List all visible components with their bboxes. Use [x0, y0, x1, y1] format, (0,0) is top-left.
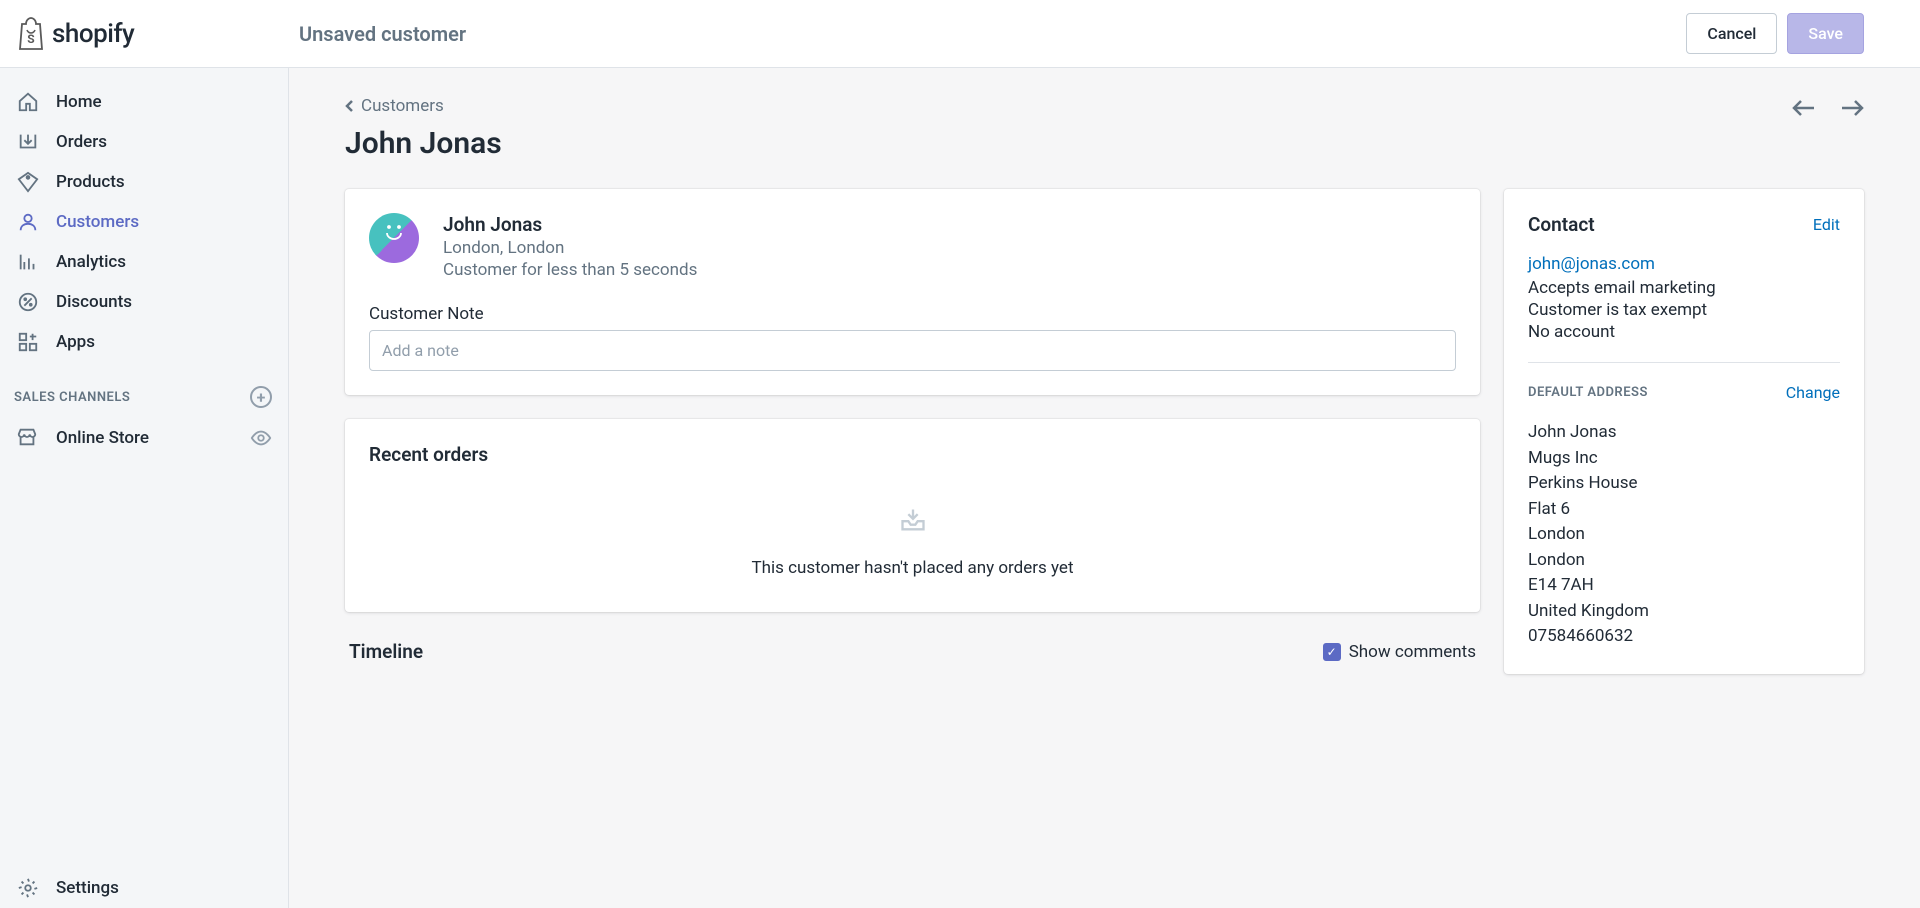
breadcrumb-label: Customers — [361, 96, 444, 116]
sidebar-item-label: Products — [56, 172, 125, 192]
customer-location: London, London — [443, 238, 697, 258]
recent-orders-card: Recent orders This customer hasn't place… — [345, 419, 1480, 612]
sidebar-item-products[interactable]: Products — [0, 162, 288, 202]
customers-icon — [16, 210, 40, 234]
shopify-logo[interactable]: S shopify — [16, 17, 134, 51]
customer-note-input[interactable] — [369, 330, 1456, 371]
sidebar-item-apps[interactable]: Apps — [0, 322, 288, 362]
contact-marketing: Accepts email marketing — [1528, 278, 1840, 298]
sidebar-item-label: Apps — [56, 332, 95, 352]
shopify-bag-icon: S — [16, 17, 46, 51]
sidebar-item-label: Settings — [56, 878, 119, 898]
sidebar-item-analytics[interactable]: Analytics — [0, 242, 288, 282]
channel-online-store[interactable]: Online Store — [0, 418, 288, 458]
breadcrumb[interactable]: Customers — [345, 96, 502, 116]
note-section: Customer Note — [345, 304, 1480, 395]
sidebar-item-label: Customers — [56, 212, 139, 232]
contact-email[interactable]: john@jonas.com — [1528, 254, 1840, 274]
address-city: London — [1528, 522, 1840, 548]
timeline-header: Timeline ✓ Show comments — [345, 640, 1480, 663]
sales-channels-label: SALES CHANNELS — [14, 390, 130, 405]
topbar-actions: Cancel Save — [1686, 13, 1904, 54]
logo-section: S shopify — [16, 17, 289, 51]
channel-label: Online Store — [56, 428, 149, 448]
sidebar: Home Orders Products Customers — [0, 68, 289, 908]
timeline-title: Timeline — [349, 640, 423, 663]
address-company: Mugs Inc — [1528, 446, 1840, 472]
cancel-button[interactable]: Cancel — [1686, 13, 1777, 54]
customer-header: John Jonas London, London Customer for l… — [345, 189, 1480, 304]
note-label: Customer Note — [369, 304, 1456, 324]
edit-contact-button[interactable]: Edit — [1813, 215, 1840, 234]
address-phone: 07584660632 — [1528, 624, 1840, 650]
contact-account: No account — [1528, 322, 1840, 342]
add-channel-button[interactable]: + — [250, 386, 272, 408]
page-header: Customers John Jonas — [345, 96, 1864, 161]
show-comments-label: Show comments — [1349, 642, 1476, 662]
save-button[interactable]: Save — [1787, 13, 1864, 54]
page-nav-arrows — [1792, 96, 1864, 124]
inbox-icon — [899, 506, 927, 534]
customer-duration: Customer for less than 5 seconds — [443, 260, 697, 280]
empty-orders-state: This customer hasn't placed any orders y… — [369, 496, 1456, 588]
main-content: Customers John Jonas — [289, 68, 1920, 908]
address-postal: E14 7AH — [1528, 573, 1840, 599]
view-store-icon[interactable] — [250, 427, 272, 449]
discounts-icon — [16, 290, 40, 314]
address-country: United Kingdom — [1528, 599, 1840, 625]
contact-header: Contact Edit — [1528, 213, 1840, 236]
address-line2: Flat 6 — [1528, 497, 1840, 523]
empty-orders-text: This customer hasn't placed any orders y… — [751, 558, 1073, 578]
sales-channels-header: SALES CHANNELS + — [0, 362, 288, 418]
customer-name: John Jonas — [443, 213, 697, 236]
prev-customer-button[interactable] — [1792, 96, 1816, 124]
main-column: John Jonas London, London Customer for l… — [345, 189, 1480, 663]
address-section: DEFAULT ADDRESS Change John Jonas Mugs I… — [1528, 362, 1840, 650]
recent-orders-title: Recent orders — [369, 443, 1456, 466]
address-header: DEFAULT ADDRESS Change — [1528, 383, 1840, 402]
page-status-title: Unsaved customer — [299, 22, 466, 46]
show-comments-toggle[interactable]: ✓ Show comments — [1323, 642, 1476, 662]
address-region: London — [1528, 548, 1840, 574]
avatar — [369, 213, 419, 263]
sidebar-item-customers[interactable]: Customers — [0, 202, 288, 242]
products-icon — [16, 170, 40, 194]
sidebar-item-home[interactable]: Home — [0, 82, 288, 122]
sidebar-item-orders[interactable]: Orders — [0, 122, 288, 162]
sidebar-item-label: Home — [56, 92, 102, 112]
next-customer-button[interactable] — [1840, 96, 1864, 124]
chevron-left-icon — [345, 99, 355, 113]
address-line1: Perkins House — [1528, 471, 1840, 497]
orders-icon — [16, 130, 40, 154]
change-address-button[interactable]: Change — [1786, 383, 1840, 402]
customer-info: John Jonas London, London Customer for l… — [443, 213, 697, 280]
svg-text:S: S — [27, 32, 34, 46]
contact-tax: Customer is tax exempt — [1528, 300, 1840, 320]
sidebar-item-label: Orders — [56, 132, 107, 152]
home-icon — [16, 90, 40, 114]
address-label: DEFAULT ADDRESS — [1528, 385, 1648, 400]
show-comments-checkbox[interactable]: ✓ — [1323, 643, 1341, 661]
sidebar-item-settings[interactable]: Settings — [0, 868, 288, 908]
sidebar-item-discounts[interactable]: Discounts — [0, 282, 288, 322]
settings-icon — [16, 876, 40, 900]
topbar: S shopify Unsaved customer Cancel Save — [0, 0, 1920, 68]
apps-icon — [16, 330, 40, 354]
contact-title: Contact — [1528, 213, 1595, 236]
analytics-icon — [16, 250, 40, 274]
contact-card: Contact Edit john@jonas.com Accepts emai… — [1504, 189, 1864, 674]
address-name: John Jonas — [1528, 420, 1840, 446]
customer-summary-card: John Jonas London, London Customer for l… — [345, 189, 1480, 395]
sidebar-item-label: Discounts — [56, 292, 132, 312]
store-icon — [16, 426, 40, 450]
content-grid: John Jonas London, London Customer for l… — [345, 189, 1864, 674]
side-column: Contact Edit john@jonas.com Accepts emai… — [1504, 189, 1864, 674]
sidebar-item-label: Analytics — [56, 252, 126, 272]
logo-text: shopify — [52, 19, 134, 49]
page-title: John Jonas — [345, 126, 502, 161]
